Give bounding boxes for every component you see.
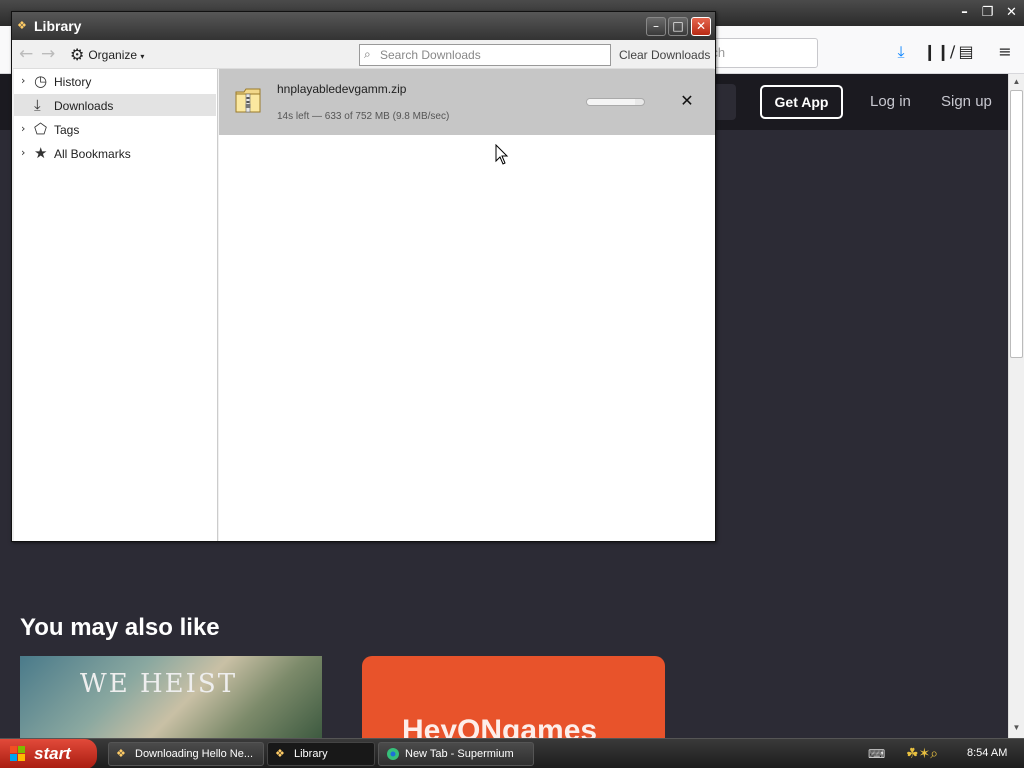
sidebar-item-downloads[interactable]: ⤓ Downloads [14,94,216,116]
library-app-icon: ❖ [116,748,126,760]
browser-close-button[interactable]: ✕ [1001,3,1022,22]
scroll-thumb[interactable] [1010,90,1023,358]
log-in-link[interactable]: Log in [870,93,911,110]
star-icon: ★ [34,144,48,162]
sidebar-item-label: Tags [54,123,80,137]
card-title: HeyONgames [402,714,598,738]
sidebar-toggle-icon[interactable]: ▤ [955,41,977,63]
supermium-browser-icon [387,748,399,760]
tray-icons[interactable]: ☘✶⌕ [906,746,938,762]
search-downloads-field[interactable]: ⌕ [359,44,611,66]
cancel-download-icon[interactable]: ✕ [678,91,696,111]
organize-menu[interactable]: ⚙ Organize ▾ [70,45,144,65]
taskbar: start ❖ Downloading Hello Ne... ❖ Librar… [0,738,1024,768]
progress-fill [587,99,635,105]
start-label: start [34,744,71,763]
library-app-icon: ❖ [17,20,27,32]
task-label: Library [294,748,328,760]
section-title: You may also like [20,614,220,641]
keyboard-icon[interactable]: ⌨ [868,747,885,761]
hamburger-menu-icon[interactable]: ≡ [994,41,1016,63]
clear-downloads-button[interactable]: Clear Downloads [619,48,710,62]
page-scrollbar[interactable]: ▲ ▼ [1008,74,1024,738]
dropdown-caret-icon: ▾ [140,52,145,61]
library-app-icon: ❖ [275,748,285,760]
window-title: Library [34,18,82,34]
get-app-button[interactable]: Get App [760,85,843,119]
expand-chevron-icon[interactable]: › [21,122,25,135]
library-sidebar: › ◷ History ⤓ Downloads › ⬠ Tags › ★ All… [14,69,218,541]
tag-icon: ⬠ [34,120,48,138]
download-progress-bar [586,98,645,106]
clock[interactable]: 8:54 AM [967,747,1007,759]
download-icon: ⤓ [34,96,41,114]
gear-icon: ⚙ [70,45,85,64]
address-bar[interactable]: rch [700,38,818,68]
system-tray: ⌨ ☘✶⌕ 8:54 AM [858,739,1024,768]
downloads-list: hnplayabledevgamm.zip 14s left — 633 of … [219,69,715,541]
download-item[interactable]: hnplayabledevgamm.zip 14s left — 633 of … [219,69,715,135]
back-arrow-icon[interactable]: ← [19,44,33,64]
card-title: WE HEIST [80,669,238,699]
scroll-up-arrow-icon[interactable]: ▲ [1009,74,1024,90]
taskbar-item-downloading[interactable]: ❖ Downloading Hello Ne... [108,742,264,766]
sidebar-item-tags[interactable]: › ⬠ Tags [14,118,216,140]
download-filename: hnplayabledevgamm.zip [277,82,407,96]
browser-restore-button[interactable]: ❐ [977,3,998,22]
close-button[interactable]: ✕ [691,17,711,36]
library-window: ❖ Library – □ ✕ ← → ⚙Organize ▾ ⌕ Clear … [11,11,716,542]
mouse-cursor-icon [495,144,509,165]
sidebar-item-label: History [54,75,92,89]
zip-file-icon [235,88,261,113]
scroll-down-arrow-icon[interactable]: ▼ [1009,720,1024,736]
organize-label: Organize [88,48,138,62]
taskbar-item-supermium[interactable]: New Tab - Supermium [378,742,534,766]
search-icon: ⌕ [364,47,371,61]
expand-chevron-icon[interactable]: › [21,146,25,159]
start-button[interactable]: start [0,739,97,768]
sidebar-item-history[interactable]: › ◷ History [14,70,216,92]
taskbar-item-library[interactable]: ❖ Library [267,742,375,766]
sidebar-item-all-bookmarks[interactable]: › ★ All Bookmarks [14,142,216,164]
sidebar-item-label: All Bookmarks [54,147,131,161]
download-status: 14s left — 633 of 752 MB (9.8 MB/sec) [277,111,450,122]
library-titlebar[interactable]: ❖ Library – □ ✕ [12,12,715,40]
sign-up-link[interactable]: Sign up [941,93,992,110]
game-card-heyongames[interactable]: HeyONgames [362,656,665,738]
task-label: Downloading Hello Ne... [135,748,254,760]
browser-minimize-button[interactable]: – [954,3,975,22]
game-card-we-heist[interactable]: WE HEIST [20,656,322,738]
sidebar-item-label: Downloads [54,99,114,113]
expand-chevron-icon[interactable]: › [21,74,25,87]
windows-logo-icon [10,746,25,761]
library-toolbar: ← → ⚙Organize ▾ ⌕ Clear Downloads [13,40,714,69]
search-input[interactable] [380,47,608,63]
library-icon[interactable]: ❙❙∕ [923,41,955,63]
task-label: New Tab - Supermium [405,748,514,760]
maximize-button[interactable]: □ [668,17,688,36]
minimize-button[interactable]: – [646,17,666,36]
clock-icon: ◷ [34,72,48,90]
downloads-arrow-icon[interactable]: ⤓ [890,41,912,63]
forward-arrow-icon[interactable]: → [41,44,55,64]
